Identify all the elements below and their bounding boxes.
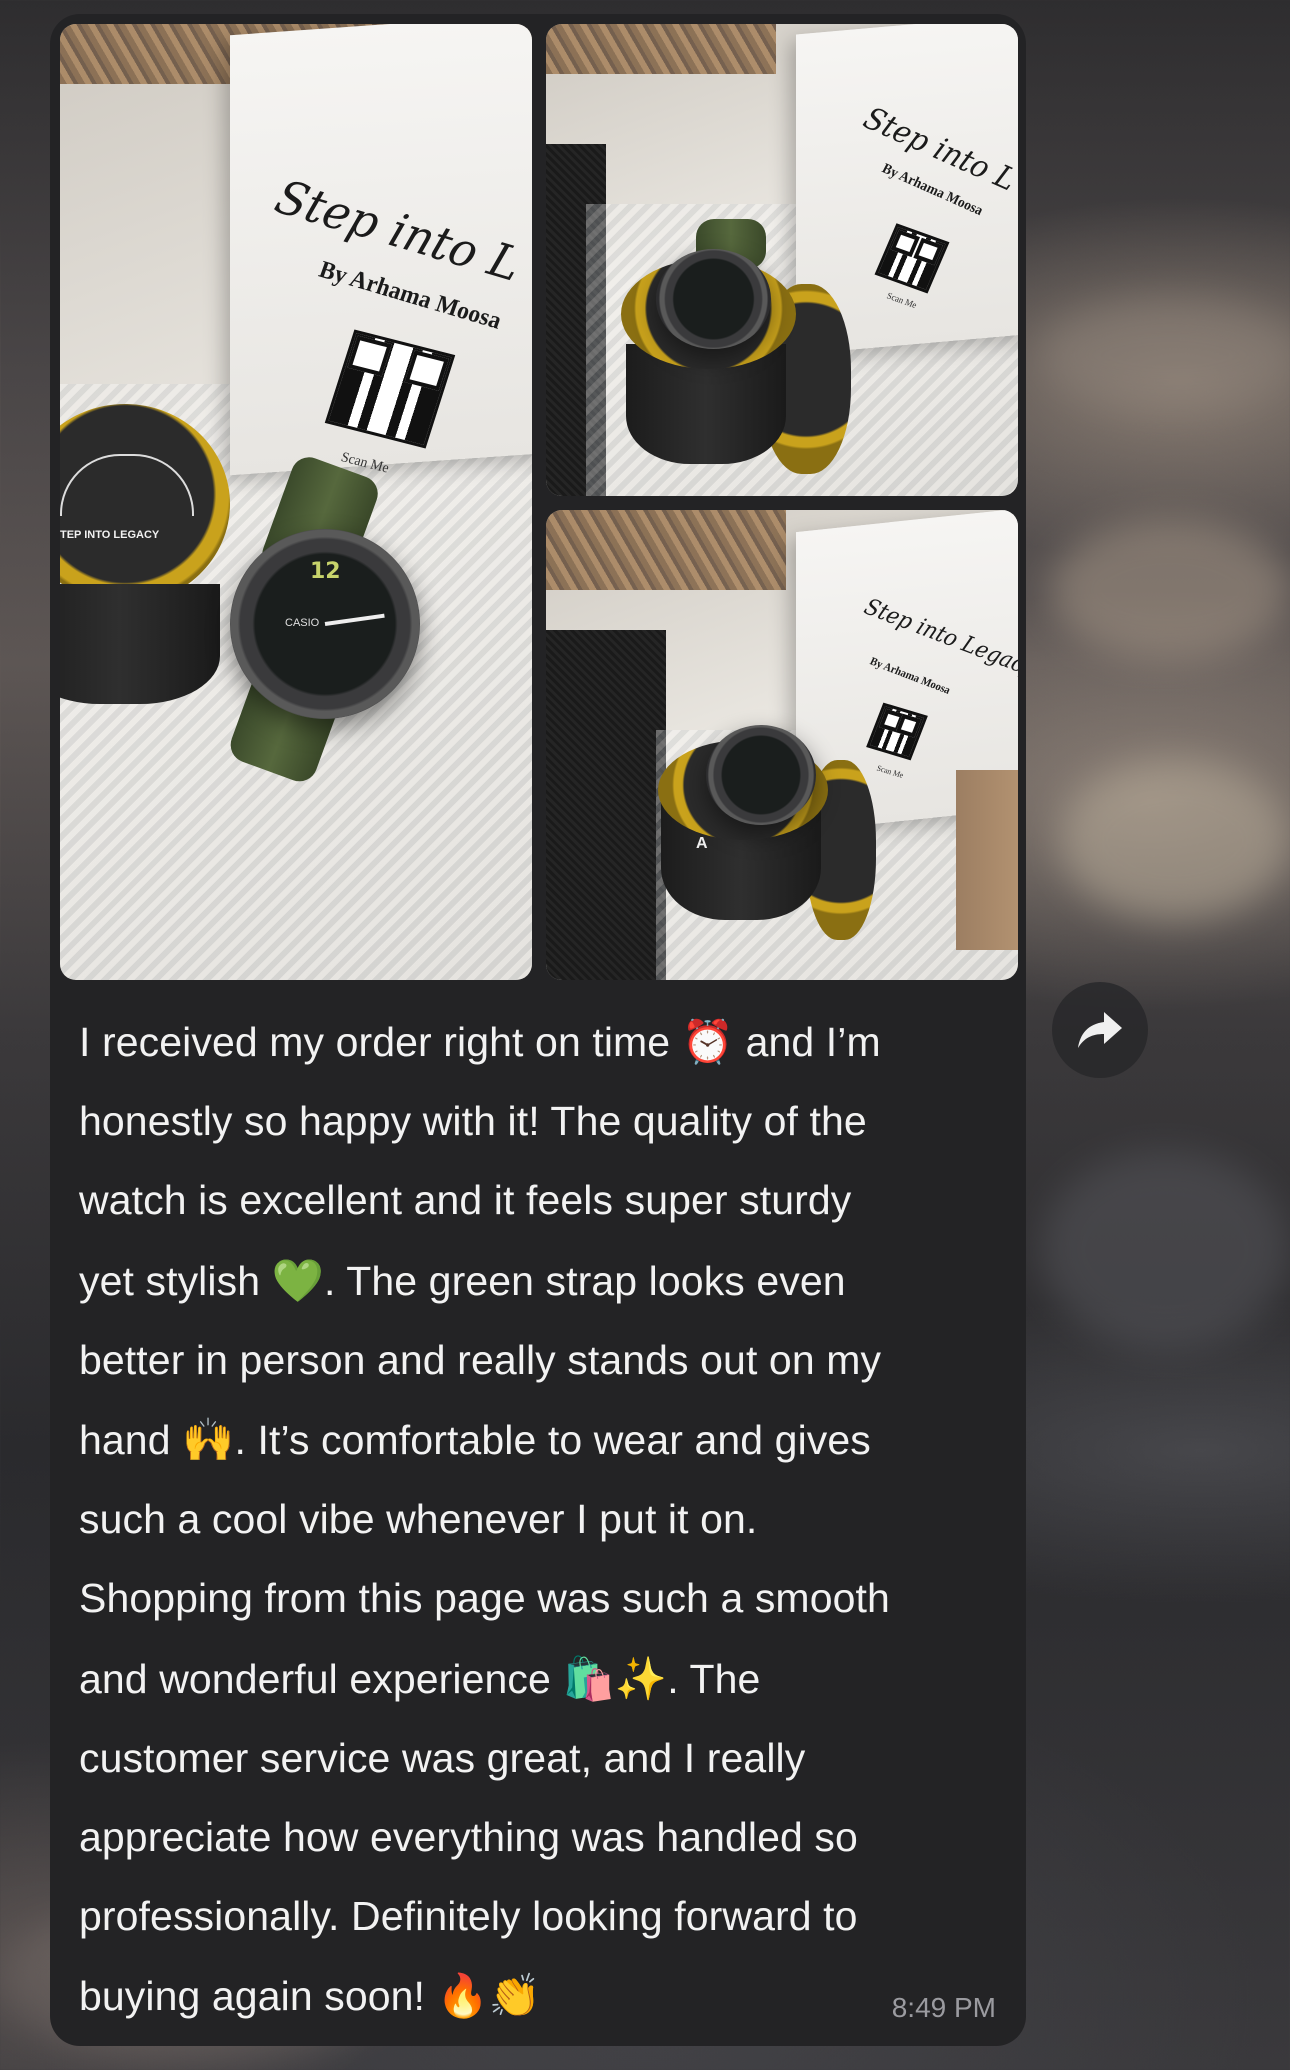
text-segment: such a cool vibe whenever I put it on. [79, 1496, 758, 1543]
text-segment: and wonderful experience [79, 1655, 563, 1702]
watch-hand [324, 613, 385, 626]
green-heart-emoji: 💚 [271, 1255, 324, 1305]
forward-arrow-icon [1078, 1012, 1122, 1048]
message-line: Shopping from this page was such a smoot… [79, 1559, 1009, 1638]
photo-main[interactable]: Step into L By Arhama Moosa Scan Me TEP … [60, 24, 532, 980]
message-line: yet stylish 💚. The green strap looks eve… [79, 1241, 1009, 1321]
qr-code [874, 223, 950, 294]
photo-top-right[interactable]: Step into L By Arhama Moosa Scan Me [546, 24, 1018, 496]
qr-code [866, 702, 928, 761]
text-segment: . The [667, 1655, 761, 1702]
gift-bag: Step into L By Arhama Moosa Scan Me [230, 24, 532, 477]
dark-case [546, 630, 666, 980]
text-segment: buying again soon! [79, 1973, 437, 2020]
text-segment: professionally. Definitely looking forwa… [79, 1893, 858, 1940]
qr-code [324, 329, 456, 449]
text-segment: watch is excellent and it feels super st… [79, 1177, 852, 1224]
text-segment: honestly so happy with it! The quality o… [79, 1098, 867, 1145]
photo-bottom-right[interactable]: Step into Legacy By Arhama Moosa Scan Me… [546, 510, 1018, 980]
text-segment: better in person and really stands out o… [79, 1336, 882, 1383]
background-cloud [1050, 520, 1290, 660]
shopping-bags-sparkles-emoji: 🛍️✨ [562, 1653, 668, 1703]
message-line: customer service was great, and I really [79, 1719, 1009, 1798]
bag-scan-text: Scan Me [885, 290, 919, 311]
raising-hands-emoji: 🙌 [182, 1415, 235, 1465]
background-cloud [1040, 1150, 1290, 1350]
message-line: professionally. Definitely looking forwa… [79, 1877, 1009, 1956]
fire-clapping-emoji: 🔥👏 [436, 1971, 542, 2021]
message-timestamp: 8:49 PM [891, 1992, 996, 2023]
watch [706, 725, 816, 825]
message-line: and wonderful experience 🛍️✨. The [79, 1639, 1009, 1719]
message-text: I received my order right on time ⏰ and … [79, 1002, 1009, 2037]
basket-texture [546, 510, 786, 590]
watch: 12 CASIO [230, 529, 420, 719]
text-segment: hand [79, 1417, 183, 1464]
bag-subtitle: By Arhama Moosa [867, 655, 953, 697]
background-cloud [1040, 300, 1290, 410]
message-line: such a cool vibe whenever I put it on. [79, 1480, 1009, 1559]
text-segment: . The green strap looks even [324, 1257, 846, 1304]
message-line: hand 🙌. It’s comfortable to wear and giv… [79, 1400, 1009, 1480]
message-line: better in person and really stands out o… [79, 1321, 1009, 1400]
bag-title: Step into L [268, 168, 529, 292]
bag-scan-text: Scan Me [875, 763, 905, 780]
text-segment: . It’s comfortable to wear and gives [234, 1417, 871, 1464]
message-line: I received my order right on time ⏰ and … [79, 1002, 1009, 1082]
background-cloud [1060, 760, 1290, 920]
message-line: appreciate how everything was handled so [79, 1798, 1009, 1877]
tin-label: TEP INTO LEGACY [60, 529, 160, 541]
text-segment: yet stylish [79, 1257, 272, 1304]
text-segment: I received my order right on time [79, 1019, 682, 1065]
message-line: buying again soon! 🔥👏 [79, 1956, 1009, 2036]
tin-letter: A [696, 835, 708, 852]
text-segment: Shopping from this page was such a smoot… [79, 1575, 890, 1622]
text-segment: appreciate how everything was handled so [79, 1814, 858, 1861]
text-segment: and I’m [734, 1019, 881, 1065]
cardboard-box [956, 770, 1018, 950]
watch-brand: CASIO [285, 617, 320, 629]
message-line: watch is excellent and it feels super st… [79, 1161, 1009, 1240]
alarm-clock-emoji: ⏰ [681, 1017, 735, 1066]
watch-number: 12 [310, 559, 341, 584]
watch [656, 249, 771, 349]
message-bubble[interactable]: Step into L By Arhama Moosa Scan Me TEP … [50, 14, 1026, 2046]
watch-tin [60, 584, 220, 704]
message-line: honestly so happy with it! The quality o… [79, 1082, 1009, 1161]
basket-texture [546, 24, 776, 74]
text-segment: customer service was great, and I really [79, 1734, 806, 1781]
forward-button[interactable] [1052, 982, 1148, 1078]
